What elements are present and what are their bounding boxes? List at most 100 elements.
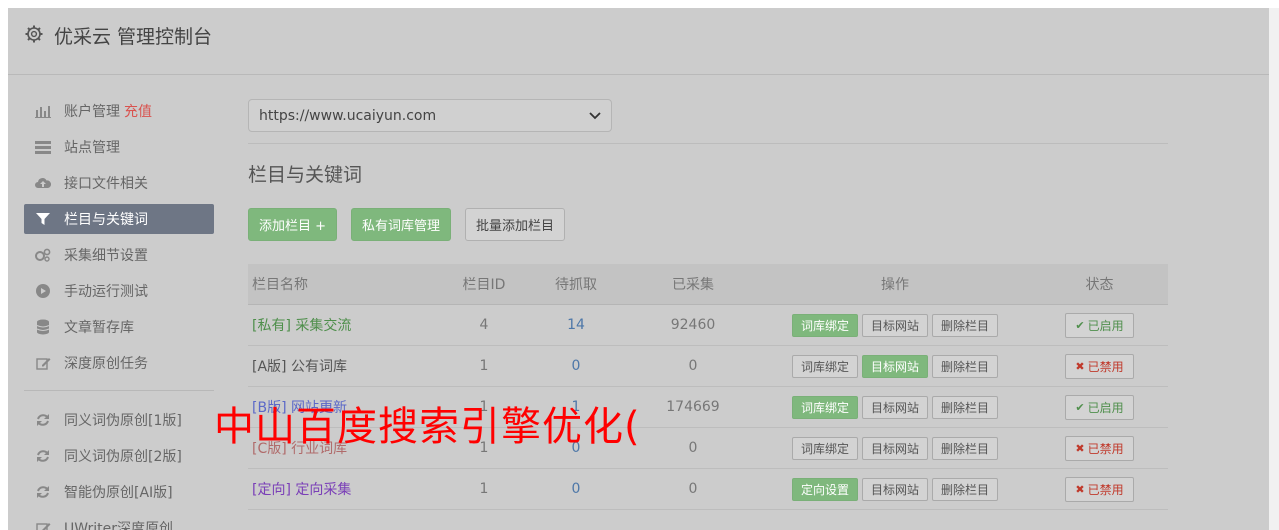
check-icon: ✔: [1075, 400, 1085, 414]
delete-column-button[interactable]: 删除栏目: [932, 477, 999, 501]
row-pending[interactable]: 0: [525, 345, 627, 387]
sidebar-item-uwriter[interactable]: UWriter深度原创: [24, 513, 214, 530]
row-name: 公有词库: [290, 359, 347, 375]
sidebar-item-collect-settings[interactable]: 采集细节设置: [24, 240, 214, 270]
status-label: 已禁用: [1087, 482, 1124, 497]
sidebar-item-account[interactable]: 账户管理 充值: [24, 96, 214, 126]
watermark-text: 中山百度搜索引擎优化(: [214, 404, 641, 450]
sidebar-item-ai-rewrite[interactable]: 智能伪原创[AI版]: [24, 477, 214, 507]
sidebar-item-synonym-v1[interactable]: 同义词伪原创[1版]: [24, 405, 214, 435]
filter-icon: [34, 211, 52, 227]
status-toggle[interactable]: ✖ 已禁用: [1065, 476, 1134, 502]
private-library-button[interactable]: 私有词库管理: [351, 208, 452, 241]
target-site-button[interactable]: 目标网站: [861, 395, 928, 419]
sidebar-item-label: 账户管理: [64, 104, 120, 120]
columns-table: 栏目名称 栏目ID 待抓取 已采集 操作 状态 [私有] 采集交流 4 14 9…: [248, 264, 1168, 510]
sidebar-item-label: 接口文件相关: [64, 176, 148, 192]
edit-icon: [34, 520, 52, 530]
row-status: ✔ 已启用: [1031, 304, 1168, 346]
toolbar: 添加栏目 + 私有词库管理 批量添加栏目: [248, 208, 1168, 242]
target-site-button[interactable]: 目标网站: [861, 354, 928, 378]
play-circle-icon: [34, 283, 52, 299]
row-pending[interactable]: 14: [525, 304, 627, 346]
gear-icon: [24, 24, 44, 44]
col-header-ops: 操作: [759, 264, 1031, 305]
sidebar-item-label: UWriter深度原创: [64, 521, 173, 530]
row-status: ✖ 已禁用: [1031, 468, 1168, 510]
col-header-pending: 待抓取: [525, 264, 627, 305]
cogs-icon: [34, 247, 52, 263]
col-header-name: 栏目名称: [248, 264, 443, 305]
sidebar-item-synonym-v2[interactable]: 同义词伪原创[2版]: [24, 441, 214, 471]
target-site-button[interactable]: 目标网站: [861, 477, 928, 501]
sidebar-item-manual-run[interactable]: 手动运行测试: [24, 276, 214, 306]
chevron-down-icon: [589, 108, 601, 124]
sidebar-item-interface[interactable]: 接口文件相关: [24, 168, 214, 198]
sidebar-item-article-store[interactable]: 文章暂存库: [24, 312, 214, 342]
sidebar-item-sites[interactable]: 站点管理: [24, 132, 214, 162]
row-id: 4: [443, 304, 525, 346]
database-icon: [34, 319, 52, 335]
top-header: 优采云 管理控制台: [8, 8, 1269, 75]
col-header-collected: 已采集: [627, 264, 759, 305]
row-status: ✖ 已禁用: [1031, 345, 1168, 387]
refresh-icon: [34, 484, 52, 500]
row-tag: [A版]: [252, 359, 287, 375]
status-toggle[interactable]: ✔ 已启用: [1065, 394, 1134, 420]
add-column-button[interactable]: 添加栏目 +: [248, 208, 338, 241]
col-header-id: 栏目ID: [443, 264, 525, 305]
target-site-button[interactable]: 目标网站: [861, 313, 928, 337]
row-ops: 词库绑定 目标网站 删除栏目: [759, 304, 1031, 346]
row-name-cell[interactable]: [私有] 采集交流: [248, 304, 443, 346]
sidebar-item-columns[interactable]: 栏目与关键词: [24, 204, 214, 234]
close-icon: ✖: [1075, 482, 1085, 496]
status-toggle[interactable]: ✖ 已禁用: [1065, 435, 1134, 461]
scrollbar[interactable]: [1269, 8, 1279, 530]
bind-library-button[interactable]: 词库绑定: [791, 395, 858, 419]
status-toggle[interactable]: ✔ 已启用: [1065, 312, 1134, 338]
row-name: 采集交流: [295, 318, 352, 334]
batch-add-button[interactable]: 批量添加栏目: [465, 208, 566, 241]
directed-settings-button[interactable]: 定向设置: [791, 477, 858, 501]
bind-library-button[interactable]: 词库绑定: [791, 354, 858, 378]
row-name: 定向采集: [295, 482, 352, 498]
site-select[interactable]: https://www.ucaiyun.com: [248, 99, 612, 132]
status-toggle[interactable]: ✖ 已禁用: [1065, 353, 1134, 379]
server-icon: [34, 139, 52, 155]
delete-column-button[interactable]: 删除栏目: [932, 436, 999, 460]
row-name-cell[interactable]: [A版] 公有词库: [248, 345, 443, 387]
row-name-cell[interactable]: [定向] 定向采集: [248, 468, 443, 510]
delete-column-button[interactable]: 删除栏目: [932, 395, 999, 419]
sidebar-divider: [24, 390, 214, 391]
check-icon: ✔: [1075, 318, 1085, 332]
sidebar-item-deep-original[interactable]: 深度原创任务: [24, 348, 214, 378]
app-window: 优采云 管理控制台 账户管理 充值 站点管理 接口文件相关 栏目与关键词 采集细…: [8, 8, 1269, 530]
row-ops: 定向设置 目标网站 删除栏目: [759, 468, 1031, 510]
recharge-link[interactable]: 充值: [124, 101, 152, 121]
row-ops: 词库绑定 目标网站 删除栏目: [759, 386, 1031, 428]
row-ops: 词库绑定 目标网站 删除栏目: [759, 427, 1031, 469]
row-collected: 0: [627, 468, 759, 510]
target-site-button[interactable]: 目标网站: [861, 436, 928, 460]
divider: [248, 143, 1168, 144]
row-pending[interactable]: 0: [525, 468, 627, 510]
sidebar-item-label: 深度原创任务: [64, 356, 148, 372]
status-label: 已启用: [1087, 400, 1124, 415]
delete-column-button[interactable]: 删除栏目: [932, 354, 999, 378]
sidebar-item-label: 同义词伪原创[2版]: [64, 449, 182, 465]
table-row: [定向] 定向采集 1 0 0 定向设置 目标网站 删除栏目 ✖ 已禁用: [248, 468, 1168, 510]
close-icon: ✖: [1075, 441, 1085, 455]
row-status: ✖ 已禁用: [1031, 427, 1168, 469]
bind-library-button[interactable]: 词库绑定: [791, 436, 858, 460]
sidebar: 账户管理 充值 站点管理 接口文件相关 栏目与关键词 采集细节设置 手动运行测试…: [24, 96, 214, 530]
status-label: 已启用: [1087, 318, 1124, 333]
close-icon: ✖: [1075, 359, 1085, 373]
sidebar-item-label: 采集细节设置: [64, 248, 148, 264]
sidebar-item-label: 站点管理: [64, 140, 120, 156]
cloud-upload-icon: [34, 175, 52, 191]
delete-column-button[interactable]: 删除栏目: [932, 313, 999, 337]
bind-library-button[interactable]: 词库绑定: [791, 313, 858, 337]
sidebar-item-label: 智能伪原创[AI版]: [64, 485, 173, 501]
status-label: 已禁用: [1087, 359, 1124, 374]
sidebar-item-label: 手动运行测试: [64, 284, 148, 300]
